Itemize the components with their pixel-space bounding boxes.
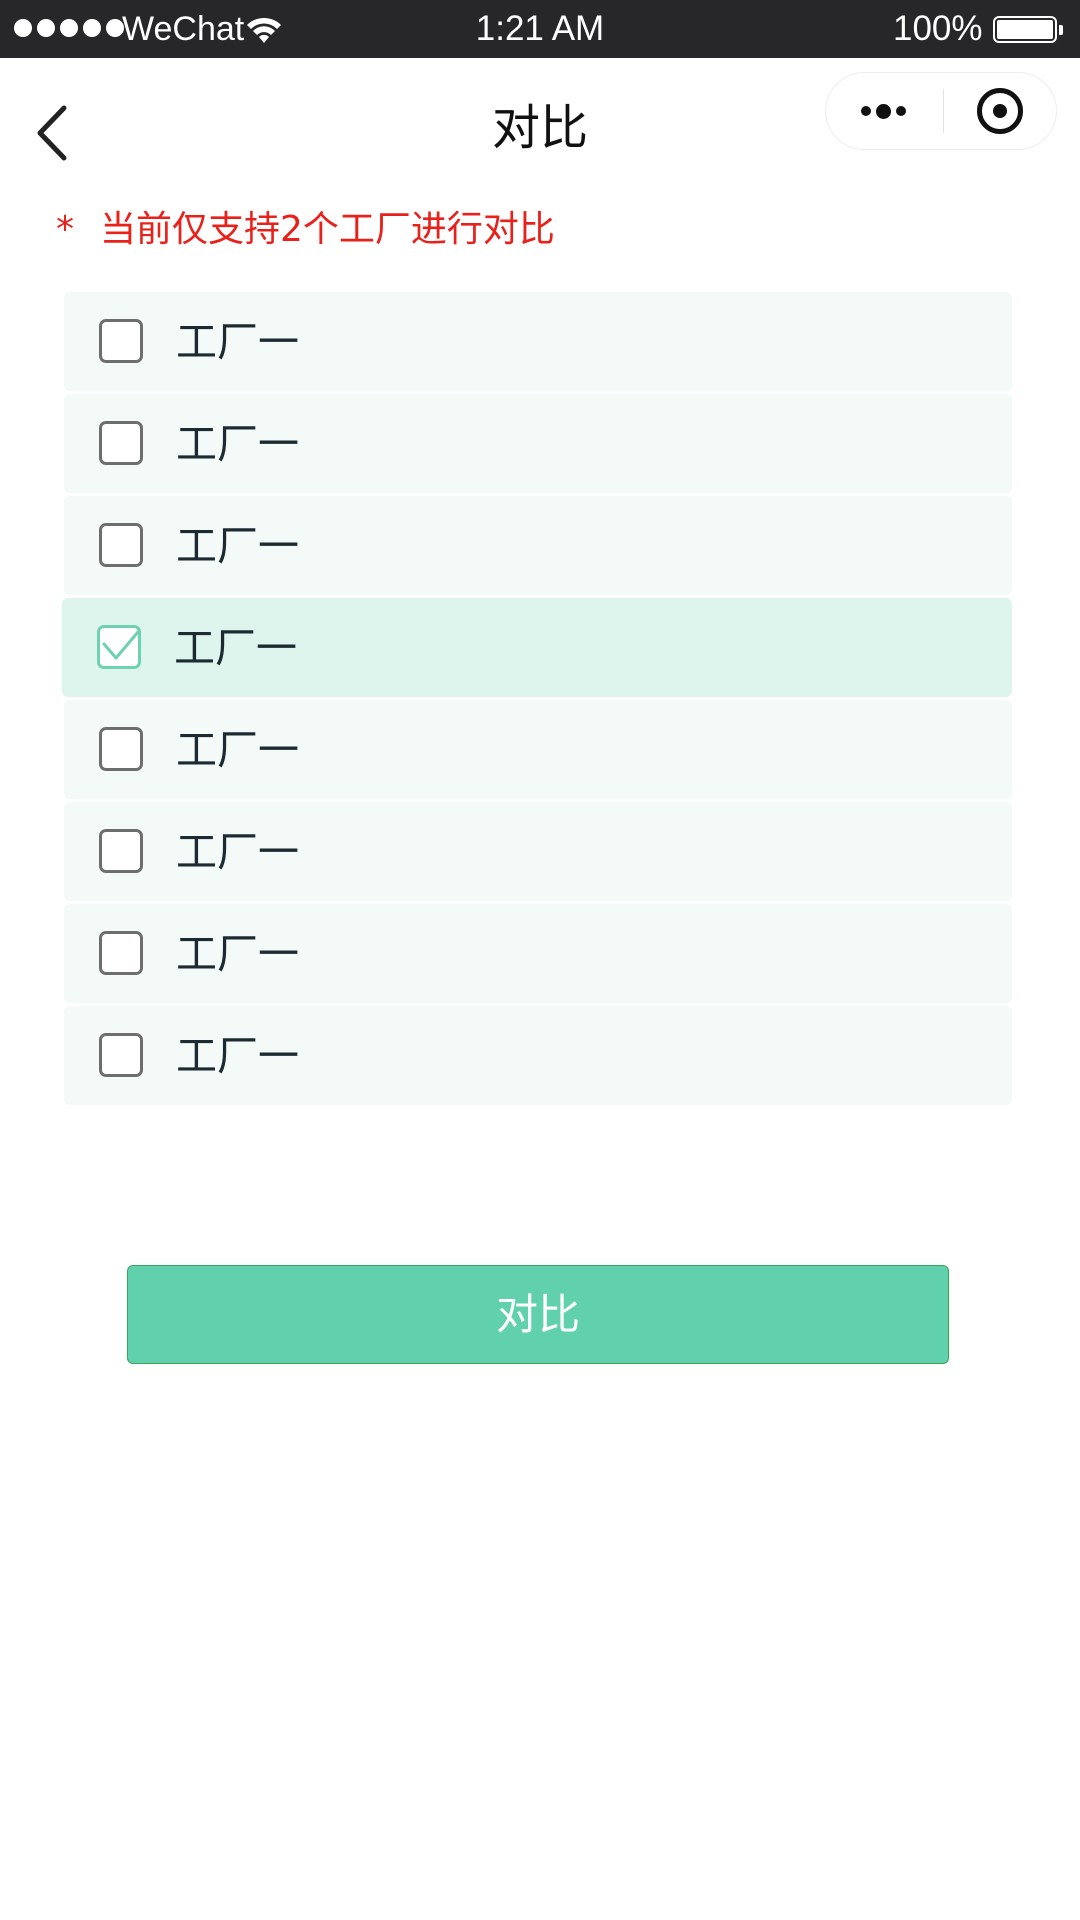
checkbox-unchecked[interactable] [99,727,143,771]
limit-notice: * 当前仅支持2个工厂进行对比 [56,204,555,256]
mini-program-capsule [825,72,1057,150]
notice-text: 当前仅支持2个工厂进行对比 [100,209,555,250]
checkbox-checked[interactable] [97,625,141,669]
checkbox-unchecked[interactable] [99,523,143,567]
battery-percentage: 100% [893,9,983,48]
factory-list-item[interactable]: 工厂一 [64,904,1012,1003]
more-dots-icon-center [876,103,891,119]
factory-label: 工厂一 [176,1032,299,1080]
more-dots-icon [861,106,871,116]
more-dots-icon-right [896,106,906,116]
factory-label: 工厂一 [176,420,299,468]
compare-button[interactable]: 对比 [127,1265,949,1364]
factory-list-item[interactable]: 工厂一 [64,1006,1012,1105]
factory-label: 工厂一 [176,522,299,570]
factory-list-item[interactable]: 工厂一 [64,700,1012,799]
status-bar: WeChat 1:21 AM 100% [0,0,1080,58]
factory-list-item[interactable]: 工厂一 [64,802,1012,901]
checkbox-unchecked[interactable] [99,931,143,975]
factory-label: 工厂一 [176,726,299,774]
factory-list: 工厂一 工厂一 工厂一 工厂一 工厂一 工厂一 工厂一 工厂一 [62,292,1012,1108]
checkbox-unchecked[interactable] [99,319,143,363]
battery-tip [1059,25,1063,35]
factory-list-item[interactable]: 工厂一 [62,598,1012,697]
required-asterisk: * [56,209,74,250]
factory-label: 工厂一 [174,624,297,672]
checkbox-unchecked[interactable] [99,1033,143,1077]
battery-icon [993,16,1057,43]
target-close-icon [977,88,1023,134]
checkmark-icon [102,630,138,660]
factory-label: 工厂一 [176,318,299,366]
checkbox-unchecked[interactable] [99,421,143,465]
factory-label: 工厂一 [176,828,299,876]
factory-list-item[interactable]: 工厂一 [64,292,1012,391]
close-mini-program-button[interactable] [944,73,1056,149]
factory-label: 工厂一 [176,930,299,978]
factory-list-item[interactable]: 工厂一 [64,394,1012,493]
factory-list-item[interactable]: 工厂一 [64,496,1012,595]
more-button[interactable] [826,73,941,149]
navigation-bar: 对比 [0,58,1080,198]
checkbox-unchecked[interactable] [99,829,143,873]
